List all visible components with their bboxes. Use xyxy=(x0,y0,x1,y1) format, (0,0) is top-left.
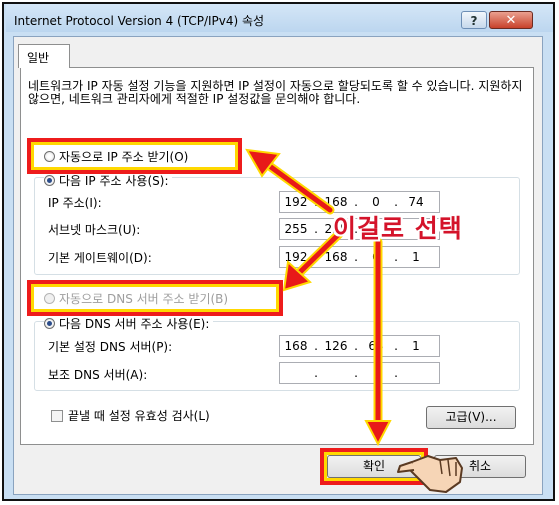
arrow-to-auto-ip xyxy=(245,148,335,215)
annotation-callout: 이걸로 선택 xyxy=(333,214,463,243)
arrow-to-ok xyxy=(364,237,392,447)
tab-general[interactable]: 일반 xyxy=(18,44,70,68)
annotation-arrows xyxy=(245,148,463,493)
pointer-hand-icon xyxy=(397,455,463,493)
arrow-to-auto-dns xyxy=(282,228,345,292)
